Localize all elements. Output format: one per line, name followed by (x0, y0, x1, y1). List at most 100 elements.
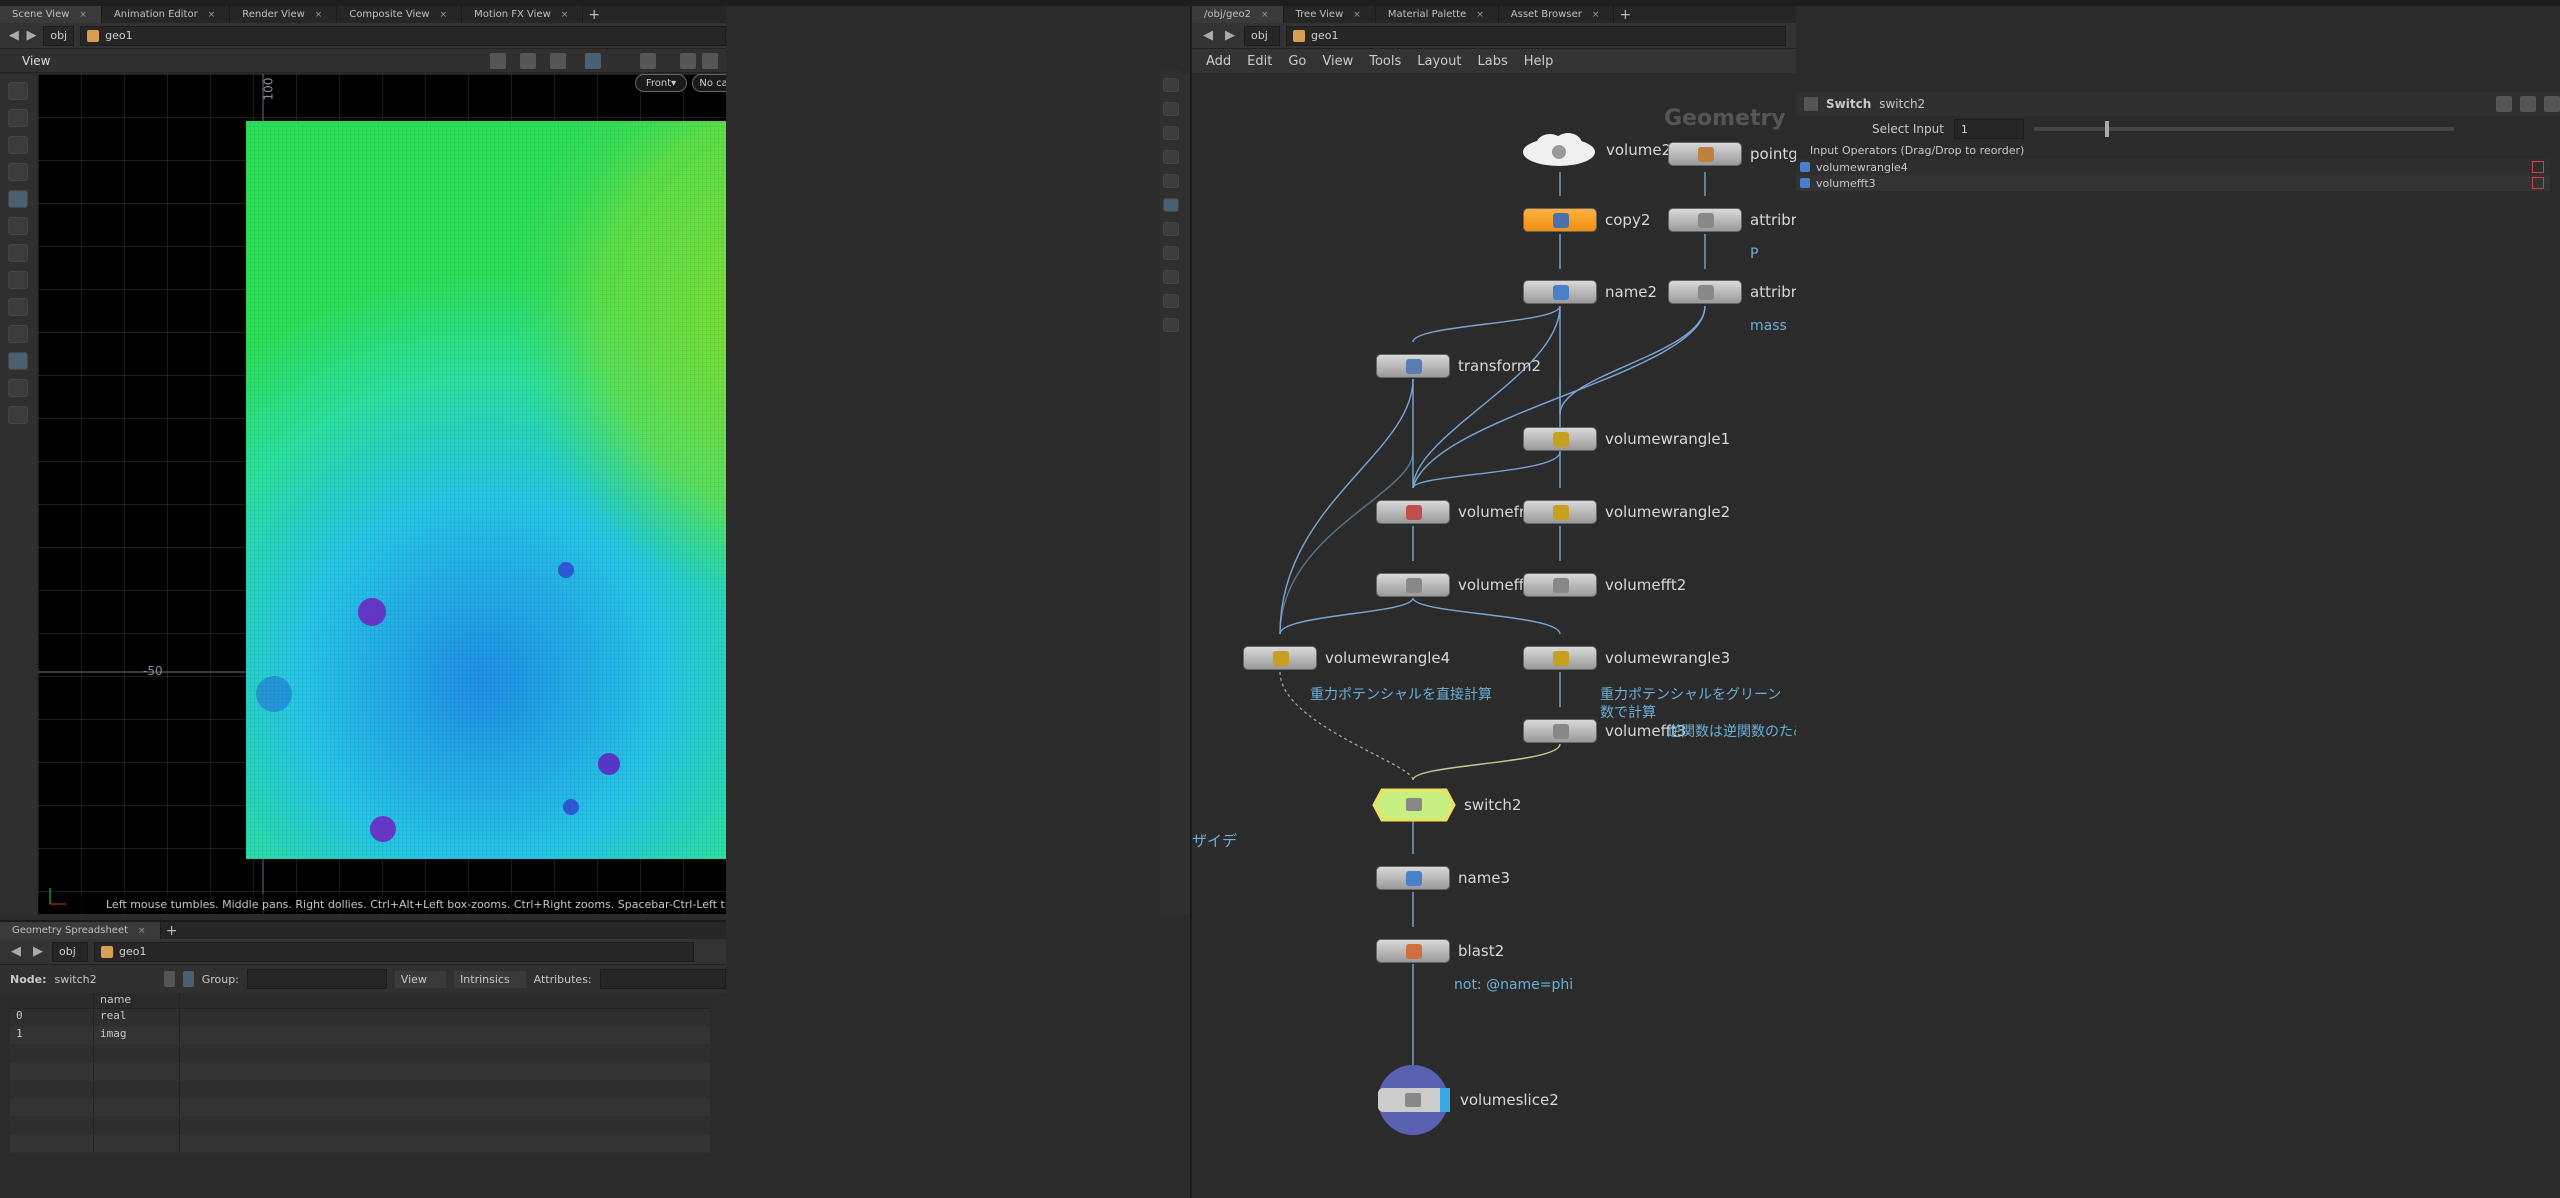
node-attrib1[interactable]: attribr (1668, 208, 1796, 232)
brush-icon[interactable] (8, 217, 28, 235)
render-icon[interactable] (680, 53, 696, 69)
node-volumefft[interactable]: volumefft (1376, 573, 1530, 597)
menu-tools[interactable]: Tools (1369, 54, 1401, 69)
node-copy2[interactable]: copy2 (1523, 208, 1650, 232)
back-icon[interactable]: ◀ (8, 28, 20, 43)
jump-to-node-icon[interactable] (1800, 162, 1810, 172)
select-tool-icon[interactable] (8, 82, 28, 100)
view-dropdown[interactable]: View (394, 970, 447, 988)
close-icon[interactable]: × (138, 926, 146, 936)
jump-to-node-icon[interactable] (1800, 178, 1810, 188)
handle-icon[interactable] (550, 53, 566, 69)
input-row[interactable]: volumewrangle4 (1796, 159, 2550, 175)
menu-labs[interactable]: Labs (1477, 54, 1507, 69)
tab-animation-editor[interactable]: Animation Editor × (102, 6, 231, 23)
node-switch2[interactable]: switch2 (1372, 786, 1521, 824)
pose-tool-icon[interactable] (8, 298, 28, 316)
remove-input-icon[interactable] (2532, 161, 2544, 173)
normals-icon[interactable] (1163, 222, 1179, 236)
node-attrib2[interactable]: attribr (1668, 280, 1796, 304)
viewport[interactable]: 100 -50 100 Front▾ No cam▾ Left mouse tu… (38, 74, 726, 914)
input-row[interactable]: volumefft3 (1796, 175, 2550, 191)
node-name2[interactable]: name2 (1523, 280, 1657, 304)
background-icon[interactable] (1163, 294, 1179, 308)
tab-tree-view[interactable]: Tree View × (1284, 6, 1376, 23)
node-volumefft3[interactable]: volumefft3 (1523, 719, 1686, 743)
record-icon[interactable] (640, 53, 656, 69)
view-tool-icon[interactable] (8, 244, 28, 262)
path-root[interactable]: obj (1244, 25, 1280, 46)
info-icon[interactable] (2544, 96, 2560, 112)
ghost-icon[interactable] (1163, 174, 1179, 188)
path-root[interactable]: obj (52, 941, 88, 962)
menu-layout[interactable]: Layout (1417, 54, 1461, 69)
selection-tool-icon[interactable] (490, 53, 506, 69)
points-mode-icon[interactable] (164, 971, 175, 987)
remove-input-icon[interactable] (2532, 177, 2544, 189)
node-volumeslice2[interactable]: volumeslice2 (1376, 1064, 1559, 1136)
add-tab-icon[interactable]: + (1614, 7, 1636, 23)
node-pointgen[interactable]: pointge (1668, 142, 1796, 166)
light-icon[interactable] (1163, 78, 1179, 92)
path-node[interactable]: geo1 (94, 941, 694, 962)
display-option-icon[interactable] (585, 53, 601, 69)
back-icon[interactable]: ◀ (1200, 28, 1216, 43)
snapping-icon[interactable] (8, 352, 28, 370)
menu-edit[interactable]: Edit (1247, 54, 1272, 69)
param-node-name[interactable]: switch2 (1879, 97, 1925, 111)
slider-handle[interactable] (2105, 121, 2110, 137)
wireframe-icon[interactable] (1163, 126, 1179, 140)
lock-camera-icon[interactable] (1163, 102, 1179, 116)
vectors-icon[interactable] (1163, 246, 1179, 260)
add-tab-icon[interactable]: + (583, 7, 605, 23)
table-row[interactable]: 0 real (10, 1009, 710, 1027)
select-input-field[interactable]: 1 (1953, 119, 2024, 139)
forward-icon[interactable]: ▶ (30, 944, 46, 959)
tab-motion-fx-view[interactable]: Motion FX View × (462, 6, 584, 23)
grid-icon[interactable] (1163, 270, 1179, 284)
help-icon[interactable] (2520, 96, 2536, 112)
close-icon[interactable]: × (1476, 10, 1484, 20)
menu-add[interactable]: Add (1206, 54, 1231, 69)
close-icon[interactable]: × (208, 10, 216, 20)
snap-icon[interactable] (520, 53, 536, 69)
camera-snapshot-icon[interactable] (702, 53, 718, 69)
node-name3[interactable]: name3 (1376, 866, 1510, 890)
back-icon[interactable]: ◀ (8, 944, 24, 959)
handle-tool-icon[interactable] (8, 271, 28, 289)
tab-scene-view[interactable]: Scene View × (0, 6, 102, 23)
tab-asset-browser[interactable]: Asset Browser × (1499, 6, 1615, 23)
tab-material-palette[interactable]: Material Palette × (1376, 6, 1499, 23)
table-row[interactable]: 1 imag (10, 1027, 710, 1045)
node-volumewrangle2[interactable]: volumewrangle2 (1523, 500, 1730, 524)
node-volumefft2[interactable]: volumefft2 (1523, 573, 1686, 597)
network-canvas[interactable]: Geometry ザイデ volume2 pointg copy2 attrib… (1192, 74, 1796, 1198)
group-field[interactable] (246, 969, 387, 989)
tab-network[interactable]: /obj/geo2 × (1192, 6, 1284, 23)
primitives-mode-icon[interactable] (182, 971, 194, 987)
forward-icon[interactable]: ▶ (1222, 28, 1238, 43)
select-input-slider[interactable] (2033, 121, 2454, 137)
close-icon[interactable]: × (561, 10, 569, 20)
close-icon[interactable]: × (1353, 10, 1361, 20)
tab-composite-view[interactable]: Composite View × (337, 6, 463, 23)
points-icon[interactable] (1163, 198, 1179, 212)
tab-geometry-spreadsheet[interactable]: Geometry Spreadsheet × (0, 922, 161, 939)
close-icon[interactable]: × (79, 10, 87, 20)
intrinsics-dropdown[interactable]: Intrinsics (454, 970, 526, 988)
node-volumefro[interactable]: volumefro (1376, 500, 1534, 524)
node-volume2[interactable]: volume2 (1520, 132, 1671, 168)
close-icon[interactable]: × (440, 10, 448, 20)
scale-tool-icon[interactable] (8, 163, 28, 181)
measure-icon[interactable] (8, 379, 28, 397)
node-volumewrangle1[interactable]: volumewrangle1 (1523, 427, 1730, 451)
path-root[interactable]: obj (43, 25, 75, 46)
add-tab-icon[interactable]: + (161, 923, 183, 939)
close-icon[interactable]: × (1261, 10, 1269, 20)
menu-go[interactable]: Go (1288, 54, 1306, 69)
attributes-field[interactable] (599, 969, 726, 989)
front-view-button[interactable]: Front ▾ (635, 74, 687, 92)
close-icon[interactable]: × (1592, 10, 1600, 20)
forward-icon[interactable]: ▶ (26, 28, 38, 43)
gear-icon[interactable] (2496, 96, 2512, 112)
